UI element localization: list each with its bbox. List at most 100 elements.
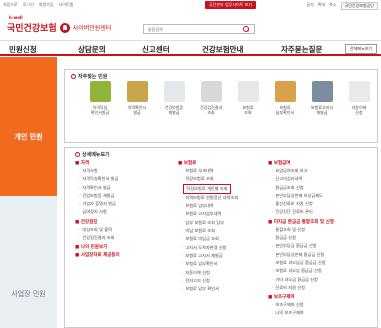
menu-link[interactable]: 보험료 과오납금 환급금 신청 [268,259,334,267]
menu-link[interactable]: 건강보험증 재발급 [75,192,120,200]
menu-link[interactable]: 자동이체 신청 [178,269,238,277]
menu-link[interactable]: 고지서 도착자변경 신청 [178,244,238,252]
menu-link[interactable]: 출산진료비 지원 신청 [268,200,334,208]
menu-link[interactable]: 보험료 납부 확인서 [178,285,238,293]
site-select[interactable]: 국민건강보험공단 [340,2,378,10]
quick-menu-item[interactable]: 건강검진결과 조회 [196,81,226,115]
menu-link[interactable]: 진료비 지원 신청 [268,284,334,292]
menu-link[interactable]: 보험료 고지서 재발급 [178,252,238,260]
quick-menu-title: 자주찾는 민원 [71,73,107,80]
zoom-out-button[interactable]: 축소 [329,2,336,10]
logo[interactable]: h-well 국민건강보험 사이버민원센터 [7,15,112,34]
document-icon [311,81,333,102]
logo-subtitle: 사이버민원센터 [72,25,112,32]
menu-link[interactable]: 통합조회 및 신청 [268,226,334,234]
menu-link[interactable]: 보험료 납부내역 [178,202,238,210]
quick-menu-label: 자격득실 확인서발급 [90,105,110,115]
home-link[interactable]: 처음으로 [3,2,18,8]
quick-menu-item[interactable]: 자격득실 확인서발급 [85,81,115,115]
quick-menu-label: 건강검진결과 조회 [199,105,223,115]
menu-link[interactable]: 보험료 부과내역 [178,167,238,175]
signup-link[interactable]: 회원가입 [39,2,54,8]
menu-link[interactable]: 자격사항 [75,167,120,175]
menu-link[interactable]: 미납 보험료 조회 [178,227,238,235]
menu-group-heading[interactable]: ■ 보조구제여 [268,294,334,300]
menu-link[interactable]: 신고의심리내역 [268,175,334,183]
document-icon [163,81,185,102]
quick-menu-item[interactable]: 건강보험증 재발급 [159,81,189,115]
nav-report-center[interactable]: 신고센터 [142,44,170,55]
menu-link[interactable]: 건강검진결과 조회 [75,234,120,242]
menu-group-heading[interactable]: ■ 나의 민원보기 [75,244,120,250]
sitemap-link[interactable]: 사이트맵 [59,2,74,8]
sidebar-business[interactable]: 사업장 민원 [0,196,57,328]
font-size-controls: 글자 확대 축소 국민건강보험공단 [306,2,378,10]
menu-link[interactable]: 자격확인서 발급 [75,184,120,192]
menu-link[interactable]: 가입자 증명서 발급 [75,200,120,208]
document-icon [126,81,148,102]
sidebar: 개인 민원 사업장 민원 [0,57,57,328]
menu-link[interactable]: 환급금 신청 [268,234,334,242]
menu-link[interactable]: 직장보험료 조회 [178,175,238,183]
detail-menu-title: 상세메뉴보기 [75,151,110,158]
menu-link[interactable]: 건강진단 진료비 관리 [268,208,334,216]
menu-link[interactable]: 보험료 미납금 조회 [178,235,238,243]
detail-column-1: ■ 자격자격사항자격득실확인서 발급자격확인서 발급건강보험증 재발급가입자 증… [75,158,120,259]
search-input[interactable] [144,25,242,33]
menu-link[interactable]: 보험료 고지납부내역 [178,210,238,218]
menu-link[interactable]: 대상조회 및 출력 [75,226,120,234]
quick-menu-item[interactable]: 보험료 납부확인서 [270,81,300,115]
nav-civil-request[interactable]: 민원신청 [9,44,37,55]
nav-faq[interactable]: 자주묻는질문 [281,44,322,55]
nav-insurance-guide[interactable]: 건강보험안내 [202,44,243,55]
menu-link[interactable]: 본인부담상한제 환급금 신청 [268,251,334,259]
menu-link[interactable]: 납부 보험료 조회 납부 [178,219,238,227]
utility-links: 처음으로 로그인 회원가입 사이트맵 [0,2,73,8]
top-utility-bar: 처음으로 로그인 회원가입 사이트맵 공단본부 업무사이트 보기 글자 확대 축… [0,0,381,10]
menu-link[interactable]: 자격득실확인서 발급 [75,175,120,183]
hq-site-banner[interactable]: 공단본부 업무사이트 보기 [205,1,257,9]
search-icon[interactable] [242,25,250,33]
menu-link[interactable]: 급여정지 사항 [75,208,120,216]
quick-menu-panel: 자주찾는 민원 자격득실 확인서발급 자격확인서 발급 건강보험증 재발급 건강검진결… [64,69,378,143]
document-icon [200,81,222,102]
menu-group-heading[interactable]: ■ 자격 [75,160,120,166]
menu-link[interactable]: 기타 과오급 환급금 신청 [268,276,334,284]
quick-menu-item[interactable]: 자격확인서 발급 [122,81,152,115]
main-nav: 민원신청 상담문의 신고센터 건강보험안내 자주묻는질문 전체메뉴보기 [0,40,381,56]
menu-link[interactable]: 나의 보조구제여 [268,309,334,317]
menu-link[interactable]: 직장보험료 개인별 조회 [178,183,238,194]
zoom-in-button[interactable]: 확대 [318,2,325,10]
menu-group-heading[interactable]: ■ 건강검진 [75,219,120,225]
highlighted-menu-link[interactable]: 직장보험료 개인별 조회 [183,183,231,194]
menu-link[interactable]: 전자고지 신청 [178,277,238,285]
menu-link[interactable]: 본인부담금 환급금 신청 [268,242,334,250]
menu-group-heading[interactable]: ■ 보험급여 [268,160,334,166]
nav-consult[interactable]: 상담문의 [78,44,106,55]
logo-name: 국민건강보험 [7,24,57,34]
all-menu-button[interactable]: 전체메뉴보기 [344,44,377,54]
menu-link[interactable]: 보험료 납부확인서 [178,260,238,268]
quick-menu-item[interactable]: 자동이체 신청 [344,81,374,115]
menu-link[interactable]: 보조구제여 신청 [268,301,334,309]
menu-link[interactable]: 본인부담상한제 보상금제도 [268,192,334,200]
menu-group-heading[interactable]: ■ 보험료 [178,160,238,166]
sidebar-personal[interactable]: 개인 민원 [0,57,57,196]
quick-menu-item[interactable]: 보험료 조회 [233,81,263,115]
search-box [143,24,255,34]
menu-link[interactable]: 지역보험료 연말정산 내역조회 [178,194,238,202]
login-link[interactable]: 로그인 [23,2,34,8]
quick-icons: 자격득실 확인서발급 자격확인서 발급 건강보험증 재발급 건강검진결과 조회 보험료 … [85,81,374,115]
document-icon [348,81,370,102]
detail-menu-title-text: 상세메뉴보기 [82,152,110,158]
menu-group-heading[interactable]: ■ 사업장자료 제공동의 [75,252,120,258]
quick-menu-item[interactable]: 보험료고지서 재발급 [307,81,337,115]
menu-link[interactable]: 환급금조회 신청 [268,184,334,192]
logo-badge-icon [59,22,70,33]
target-icon [75,152,80,157]
quick-menu-label: 건강보험증 재발급 [164,105,184,115]
menu-group-heading[interactable]: ■ 미지급 환급금 통합조회 및 신청 [268,219,334,225]
menu-link[interactable]: 보험료 과오납 환급금 신청 [268,267,334,275]
menu-link[interactable]: 요양급여조회 보고 [268,167,334,175]
document-icon [274,81,296,102]
